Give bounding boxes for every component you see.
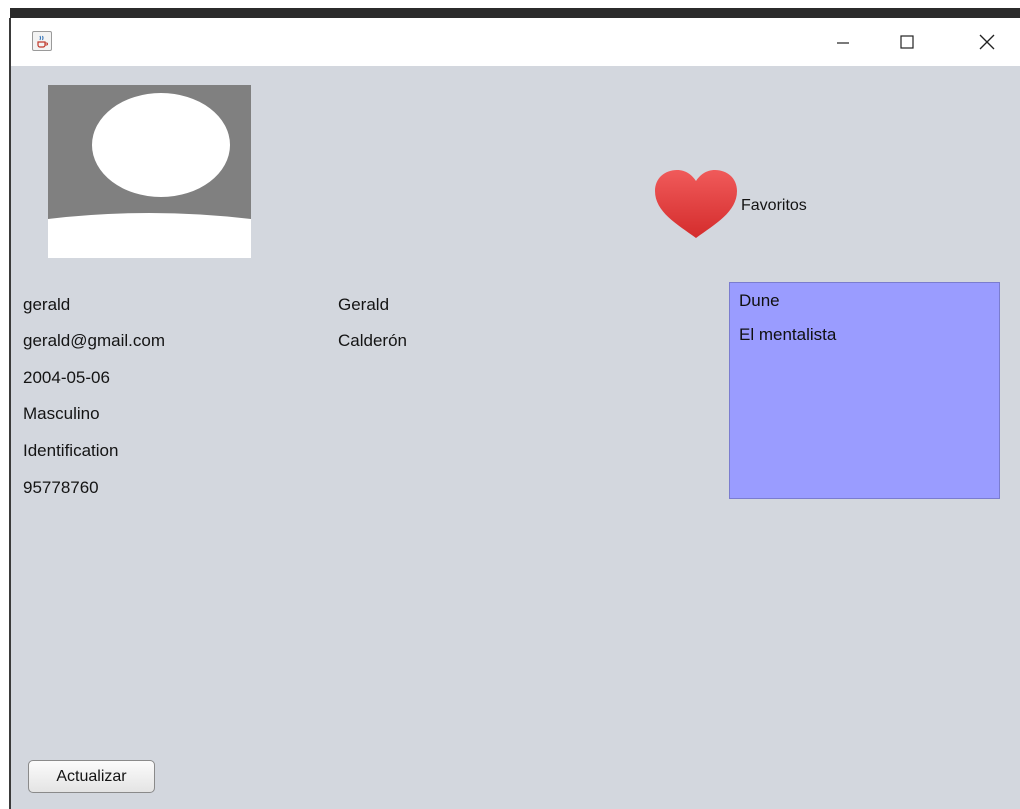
profile-panel: gerald gerald@gmail.com 2004-05-06 Mascu… bbox=[11, 66, 1020, 809]
list-item[interactable]: El mentalista bbox=[739, 325, 836, 345]
minimize-icon bbox=[837, 42, 849, 44]
close-icon bbox=[979, 34, 995, 50]
email-label: gerald@gmail.com bbox=[23, 331, 165, 350]
list-item[interactable]: Dune bbox=[739, 291, 780, 311]
gender-label: Masculino bbox=[23, 404, 100, 423]
id-type-label: Identification bbox=[23, 441, 119, 460]
username-label: gerald bbox=[23, 295, 71, 314]
heart-icon[interactable] bbox=[653, 168, 739, 240]
favorites-list[interactable]: Dune El mentalista bbox=[729, 282, 1000, 499]
window-top-border bbox=[10, 8, 1020, 18]
favorites-label: Favoritos bbox=[741, 197, 807, 214]
title-bar[interactable] bbox=[11, 18, 1020, 66]
close-button[interactable] bbox=[961, 18, 1013, 66]
user-avatar-placeholder-icon bbox=[48, 85, 251, 258]
first-name-label: Gerald bbox=[338, 295, 390, 314]
maximize-button[interactable] bbox=[881, 18, 933, 66]
update-button[interactable]: Actualizar bbox=[28, 760, 155, 793]
minimize-button[interactable] bbox=[817, 18, 869, 66]
birthdate-label: 2004-05-06 bbox=[23, 368, 110, 387]
last-name-label: Calderón bbox=[338, 331, 407, 350]
java-cup-icon[interactable] bbox=[32, 31, 52, 51]
maximize-icon bbox=[900, 35, 914, 49]
id-number-label: 95778760 bbox=[23, 478, 99, 497]
